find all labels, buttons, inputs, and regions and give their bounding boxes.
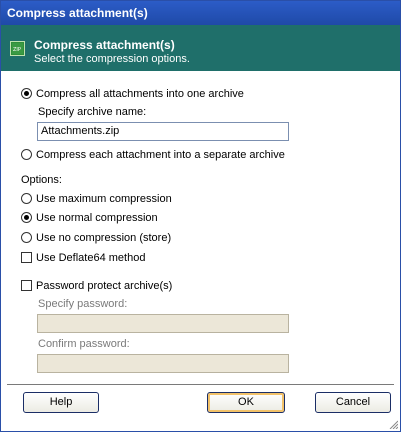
specify-password-label: Specify password: <box>38 298 128 310</box>
password-protect-checkbox[interactable] <box>21 280 32 291</box>
banner-subtitle: Select the compression options. <box>34 53 190 65</box>
compress-all-radio[interactable] <box>21 88 32 99</box>
deflate64-label: Use Deflate64 method <box>36 252 146 264</box>
archive-name-input[interactable]: Attachments.zip <box>37 122 289 141</box>
max-compression-radio[interactable] <box>21 193 32 204</box>
svg-text:ZIP: ZIP <box>13 47 21 53</box>
confirm-password-input[interactable] <box>37 354 289 373</box>
archive-name-label: Specify archive name: <box>38 106 147 118</box>
no-compression-radio[interactable] <box>21 232 32 243</box>
compress-each-radio[interactable] <box>21 149 32 160</box>
compress-dialog: Compress attachment(s) ZIP Compress atta… <box>0 0 401 432</box>
resize-grip-icon[interactable] <box>388 419 398 429</box>
password-protect-label: Password protect archive(s) <box>36 280 173 292</box>
specify-password-input[interactable] <box>37 314 289 333</box>
zip-archive-icon: ZIP <box>10 41 25 56</box>
max-compression-label: Use maximum compression <box>36 193 172 205</box>
no-compression-label: Use no compression (store) <box>36 232 172 244</box>
confirm-password-label: Confirm password: <box>38 338 130 350</box>
compress-each-label: Compress each attachment into a separate… <box>36 149 285 161</box>
ok-button[interactable]: OK <box>207 392 285 413</box>
deflate64-checkbox[interactable] <box>21 252 32 263</box>
header-banner: ZIP Compress attachment(s) Select the co… <box>1 25 400 71</box>
compress-all-label: Compress all attachments into one archiv… <box>36 88 244 100</box>
normal-compression-label: Use normal compression <box>36 212 158 224</box>
window-title: Compress attachment(s) <box>1 1 400 25</box>
cancel-button[interactable]: Cancel <box>315 392 391 413</box>
options-heading: Options: <box>21 174 62 186</box>
normal-compression-radio[interactable] <box>21 212 32 223</box>
help-button[interactable]: Help <box>23 392 99 413</box>
button-separator <box>7 384 394 385</box>
banner-title: Compress attachment(s) <box>34 38 175 52</box>
